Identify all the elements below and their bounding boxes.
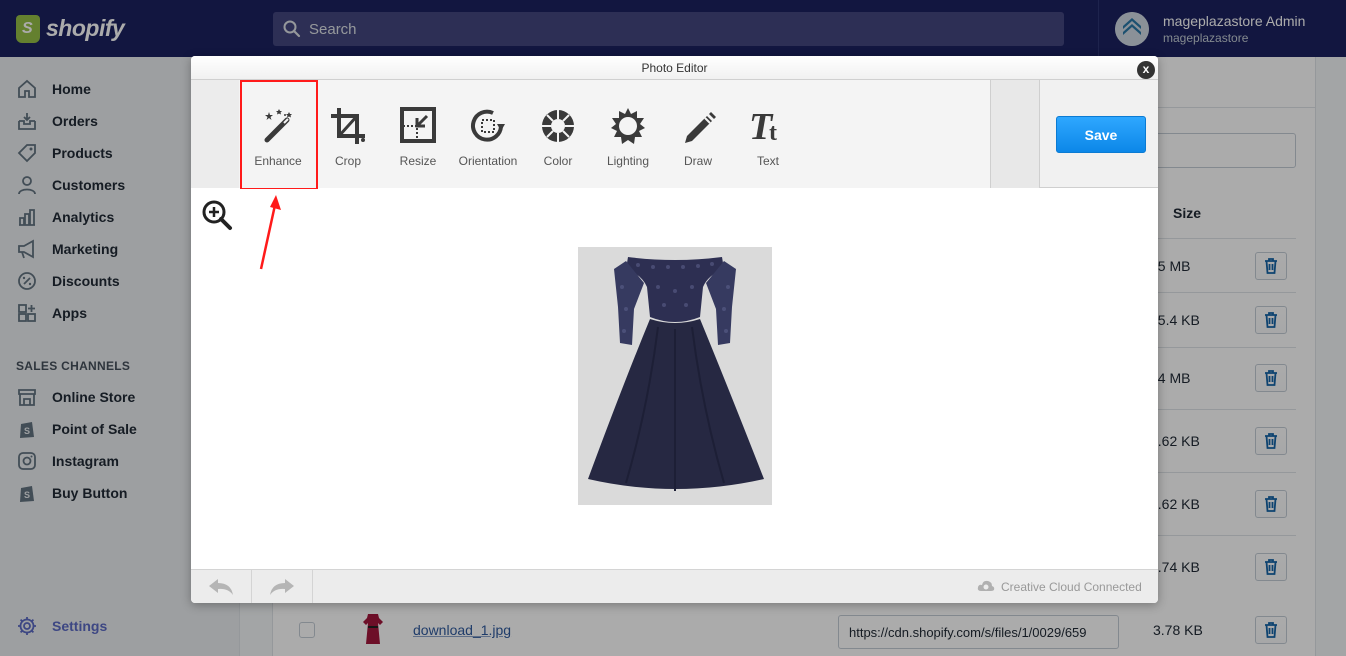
redo-button[interactable] — [252, 570, 313, 603]
toolbar-spacer — [991, 80, 1040, 188]
tool-crop[interactable]: Crop — [313, 80, 383, 188]
save-button[interactable]: Save — [1056, 116, 1146, 153]
tool-label: Text — [756, 154, 779, 168]
dress-image — [578, 247, 772, 505]
tool-label: Orientation — [458, 154, 518, 168]
undo-icon — [209, 579, 233, 595]
editor-footer: Creative Cloud Connected — [191, 569, 1158, 603]
tool-orientation[interactable]: Orientation — [453, 80, 523, 188]
tool-color[interactable]: Color — [523, 80, 593, 188]
pencil-icon — [685, 112, 716, 143]
enhance-highlight-box — [240, 80, 318, 190]
undo-button[interactable] — [191, 570, 252, 603]
close-button[interactable]: x — [1137, 61, 1155, 79]
creative-cloud-icon — [977, 580, 995, 591]
tool-resize[interactable]: Resize — [383, 80, 453, 188]
tool-label: Lighting — [606, 154, 650, 168]
tool-label: Draw — [683, 154, 712, 168]
text-icon: T t — [749, 106, 777, 146]
tool-text[interactable]: T t Text — [733, 80, 803, 188]
image-canvas[interactable] — [191, 189, 1158, 569]
dress-photo — [578, 247, 772, 505]
toolbar-spacer — [191, 80, 239, 188]
tool-label: Resize — [399, 154, 437, 168]
crop-icon — [331, 108, 365, 144]
tools-panel: Enhance Crop Resize Orientation Color Li… — [239, 80, 991, 188]
resize-icon — [400, 107, 436, 143]
zoom-in-icon[interactable] — [201, 199, 233, 231]
sun-icon — [611, 108, 645, 144]
svg-text:t: t — [769, 120, 777, 146]
tool-lighting[interactable]: Lighting — [593, 80, 663, 188]
tool-label: Crop — [334, 154, 361, 168]
redo-icon — [270, 579, 294, 595]
creative-cloud-status: Creative Cloud Connected — [1001, 580, 1142, 594]
photo-editor-modal: Photo Editor x Enhance Crop Resize Orien… — [191, 56, 1158, 603]
editor-toolbar: Enhance Crop Resize Orientation Color Li… — [191, 80, 1158, 188]
tool-draw[interactable]: Draw — [663, 80, 733, 188]
tool-label: Color — [543, 154, 573, 168]
rotate-icon — [471, 109, 505, 142]
color-wheel-icon — [542, 110, 574, 142]
modal-title: Photo Editor — [191, 56, 1158, 80]
